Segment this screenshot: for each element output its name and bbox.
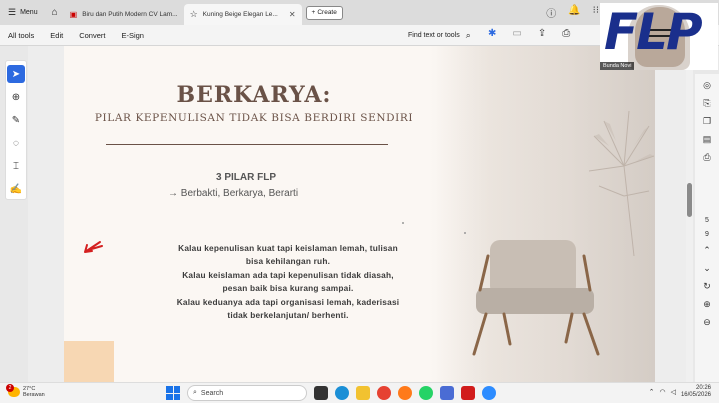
upload-icon[interactable]: ⇪ [538,28,546,39]
sign-icon[interactable]: ✍ [7,180,25,198]
cloud-sun-icon: 2 [6,384,20,397]
select-cursor-icon[interactable]: ➤ [7,65,25,83]
find-label: Find text or tools [408,32,460,39]
vertical-scrollbar[interactable] [686,60,693,382]
task-view-icon[interactable] [314,386,328,400]
body-line: Kalau keduanya ada tapi organisasi lemah… [176,296,400,307]
decorative-dot [402,222,404,224]
page-number: 5 [705,217,709,224]
slide-title: BERKARYA: [176,82,332,108]
bell-icon[interactable]: 🔔 [568,5,580,20]
text-select-icon[interactable]: ⌶ [7,157,25,175]
whatsapp-icon[interactable] [419,386,433,400]
body-line: tidak berkelanjutan/ berhenti. [227,310,349,321]
zoom-app-icon[interactable] [482,386,496,400]
copy-icon[interactable]: ❐ [703,116,711,127]
edge-icon[interactable] [335,386,349,400]
attachment-icon[interactable]: ⎙ [703,152,710,163]
left-tool-panel: ➤ ⊕ ✎ ◌ ⌶ ✍ [5,60,27,200]
tab-beige[interactable]: ☆ Kuning Beige Elegan Le... ✕ [183,4,302,25]
toolbar-icons: ✱ ▭ ⇪ ⎙ [488,28,570,39]
tab-label: Kuning Beige Elegan Le... [202,11,278,18]
star-icon: ☆ [189,9,198,19]
pilar-list: → Berbakti, Berkarya, Berarti [168,188,299,199]
wifi-icon[interactable]: ◠ [659,388,665,396]
chrome-icon[interactable] [377,386,391,400]
clock-date: 16/05/2026 [680,392,711,398]
menu-button[interactable]: ☰ Menu [0,0,46,25]
page-down-icon[interactable]: ⌄ [703,263,711,274]
search-icon: ⌕ [193,389,197,396]
search-icon: ⌕ [465,30,471,40]
taskbar-center: ⌕ Search [166,385,496,401]
save-icon[interactable]: ▭ [512,28,521,39]
clock[interactable]: 20:26 16/05/2026 [681,385,711,399]
body-line: bisa kehilangan ruh. [245,256,331,267]
find-tools[interactable]: Find text or tools ⌕ [408,25,471,46]
toolbar-convert[interactable]: Convert [71,31,113,40]
zoom-out-icon[interactable]: ⊖ [703,317,711,328]
create-button[interactable]: + Create [305,5,343,20]
pages-icon[interactable]: ▤ [703,134,712,145]
participant-name: Bunda Novi [600,62,635,70]
apps-icon[interactable]: ⁝⁝ [593,5,599,20]
zoom-icon[interactable]: ⊕ [7,88,25,106]
pen-icon[interactable]: ✎ [7,111,25,129]
slide-body: Kalau kepenulisan kuat tapi keislaman le… [128,242,448,322]
menu-label: Menu [20,9,38,16]
help-icon[interactable]: ⓘ [546,5,556,20]
pilar-heading: 3 PILAR FLP [215,172,276,183]
ai-assistant-icon[interactable]: ✱ [488,28,496,39]
slide-subtitle: PILAR KEPENULISAN TIDAK BISA BERDIRI SEN… [94,112,414,124]
annotation-pen-mark [84,241,103,253]
peach-accent-block [64,341,114,382]
pdf-icon: ▣ [69,10,78,19]
file-explorer-icon[interactable] [356,386,370,400]
notification-badge: 2 [6,384,14,392]
right-panel: ◎ ⎘ ❐ ▤ ⎙ 5 9 ⌃ ⌄ ↻ ⊕ ⊖ [695,74,719,382]
browser-right-icons: ⓘ 🔔 ⁝⁝ [546,5,599,20]
windows-taskbar: 2 27°C Berawan ⌕ Search ⌃ ◠ ◁ 20:26 16/0… [0,382,719,403]
taskbar-search[interactable]: ⌕ Search [187,385,307,401]
pdf-page: BERKARYA: PILAR KEPENULISAN TIDAK BISA B… [64,46,655,382]
scrollbar-thumb[interactable] [687,183,692,217]
comment-icon[interactable]: ◎ [703,80,711,91]
toolbar-all-tools[interactable]: All tools [0,31,42,40]
refresh-icon[interactable]: ↻ [703,281,711,292]
windows-start-icon[interactable] [166,386,180,400]
hamburger-icon: ☰ [8,7,17,17]
print-icon[interactable]: ⎙ [562,28,570,39]
firefox-icon[interactable] [398,386,412,400]
photos-icon[interactable] [440,386,454,400]
body-line: pesan baik bisa kurang sampai. [222,283,354,294]
zoom-in-icon[interactable]: ⊕ [703,299,711,310]
decorative-dot [464,232,466,234]
body-line: Kalau kepenulisan kuat tapi keislaman le… [178,243,398,253]
webcam-overlay: FLP Bunda Novi [600,3,718,70]
title-divider [106,144,388,145]
tab-label: Biru dan Putih Modern CV Lam... [82,11,178,18]
chair-image [472,240,600,356]
plus-icon: + [311,9,316,16]
volume-icon[interactable]: ◁ [671,388,676,396]
system-tray: ⌃ ◠ ◁ 20:26 16/05/2026 [649,385,711,399]
search-label: Search [200,389,224,397]
chevron-up-icon[interactable]: ⌃ [649,388,655,396]
acrobat-icon[interactable] [461,386,475,400]
lasso-icon[interactable]: ◌ [7,134,25,152]
tab-cv[interactable]: ▣ Biru dan Putih Modern CV Lam... [64,4,184,25]
close-tab-icon[interactable]: ✕ [289,10,296,19]
weather-widget[interactable]: 2 27°C Berawan [6,384,45,398]
create-label: Create [317,9,337,16]
toolbar-edit[interactable]: Edit [42,31,71,40]
page-total: 9 [705,231,709,238]
flp-logo: FLP [604,3,703,61]
clock-time: 20:26 [695,385,711,391]
page-up-icon[interactable]: ⌃ [703,245,711,256]
home-icon[interactable]: ⌂ [52,7,58,18]
toolbar-esign[interactable]: E-Sign [113,31,152,40]
body-line: Kalau keislaman ada tapi kepenulisan tid… [182,269,394,280]
weather-desc: Berawan [23,392,45,398]
bookmark-icon[interactable]: ⎘ [703,98,710,109]
